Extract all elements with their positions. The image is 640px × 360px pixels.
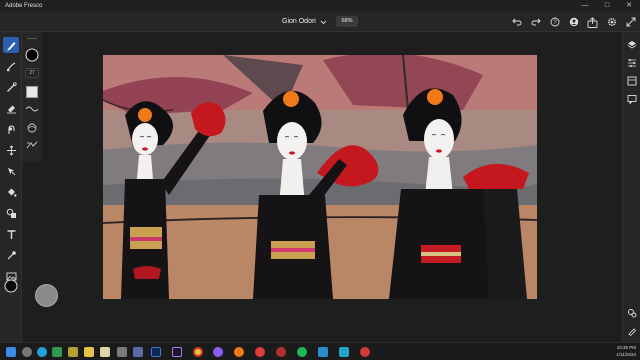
redo-icon[interactable] xyxy=(526,14,545,30)
shapes-icon[interactable] xyxy=(3,205,19,221)
eraser-icon[interactable] xyxy=(3,100,19,116)
layers-icon[interactable] xyxy=(625,38,639,52)
app-icon[interactable] xyxy=(133,347,143,357)
app-icon[interactable] xyxy=(360,347,370,357)
draw-modifier-icon[interactable] xyxy=(625,324,639,338)
window-controls: — □ ✕ xyxy=(574,0,640,12)
chevron-down-icon xyxy=(320,20,327,25)
fill-icon[interactable] xyxy=(3,184,19,200)
live-brush-icon[interactable] xyxy=(3,58,19,74)
brush-size-value[interactable]: 27 xyxy=(25,68,39,78)
history-icon[interactable] xyxy=(625,306,639,320)
maximize-icon[interactable]: □ xyxy=(596,0,618,12)
smudge-icon[interactable] xyxy=(3,121,19,137)
help-icon[interactable]: ? xyxy=(545,14,564,30)
system-clock[interactable]: 10:35 PM 1/11/2024 xyxy=(616,344,636,358)
store-icon[interactable] xyxy=(100,347,110,357)
zoom-level[interactable]: 68% xyxy=(336,16,358,27)
account-icon[interactable] xyxy=(564,14,583,30)
clock-date: 1/11/2024 xyxy=(616,352,636,357)
app-icon[interactable] xyxy=(318,347,328,357)
fullscreen-icon[interactable] xyxy=(621,14,640,30)
start-icon[interactable] xyxy=(6,347,16,357)
app-icon[interactable] xyxy=(276,347,286,357)
touch-shortcut-button[interactable] xyxy=(35,284,58,307)
title-bar: Adobe Fresco — □ ✕ xyxy=(0,0,640,12)
spotify-icon[interactable] xyxy=(297,347,307,357)
firefox-icon[interactable] xyxy=(234,347,244,357)
color-icon[interactable] xyxy=(3,276,19,296)
app-title: Adobe Fresco xyxy=(5,3,43,9)
libraries-icon[interactable] xyxy=(625,74,639,88)
fresco-icon[interactable] xyxy=(151,347,161,357)
document-title-dropdown[interactable]: Gion Odori xyxy=(282,16,327,28)
header-actions: ? xyxy=(507,14,640,30)
brush-preview[interactable] xyxy=(26,86,38,98)
vector-brush-icon[interactable] xyxy=(3,79,19,95)
app-icon[interactable] xyxy=(52,347,62,357)
panel-handle[interactable] xyxy=(27,38,37,39)
drawing-canvas[interactable] xyxy=(103,55,537,299)
document-title: Gion Odori xyxy=(282,18,316,25)
right-toolbar xyxy=(622,32,640,342)
clock-time: 10:35 PM xyxy=(616,345,636,350)
app-icon[interactable] xyxy=(68,347,78,357)
eyedropper-icon[interactable] xyxy=(3,247,19,263)
text-icon[interactable] xyxy=(3,226,19,242)
undo-icon[interactable] xyxy=(507,14,526,30)
search-icon[interactable] xyxy=(22,347,32,357)
app-header: Gion Odori 68% ? xyxy=(0,12,640,32)
app-icon[interactable] xyxy=(213,347,223,357)
file-explorer-icon[interactable] xyxy=(84,347,94,357)
windows-taskbar: 10:35 PM 1/11/2024 xyxy=(0,342,640,360)
media-encoder-icon[interactable] xyxy=(172,347,182,357)
edge-icon[interactable] xyxy=(37,347,47,357)
current-color-swatch[interactable] xyxy=(25,48,39,62)
selection-icon[interactable] xyxy=(3,163,19,179)
app-icon[interactable] xyxy=(117,347,127,357)
pressure-icon[interactable] xyxy=(25,140,39,150)
steam-icon[interactable] xyxy=(339,347,349,357)
comments-icon[interactable] xyxy=(625,92,639,106)
brush-properties-panel: 27 xyxy=(22,32,42,162)
brush-settings-icon[interactable] xyxy=(25,122,39,134)
left-toolbar xyxy=(0,32,22,342)
minimize-icon[interactable]: — xyxy=(574,0,596,12)
settings-icon[interactable] xyxy=(602,14,621,30)
layer-properties-icon[interactable] xyxy=(625,56,639,70)
pixel-brush-icon[interactable] xyxy=(3,37,19,53)
opera-icon[interactable] xyxy=(255,347,265,357)
chrome-icon[interactable] xyxy=(193,347,203,357)
smoothing-icon[interactable] xyxy=(25,104,39,114)
artwork xyxy=(103,55,537,299)
share-icon[interactable] xyxy=(583,14,602,30)
transform-icon[interactable] xyxy=(3,142,19,158)
close-icon[interactable]: ✕ xyxy=(618,0,640,12)
